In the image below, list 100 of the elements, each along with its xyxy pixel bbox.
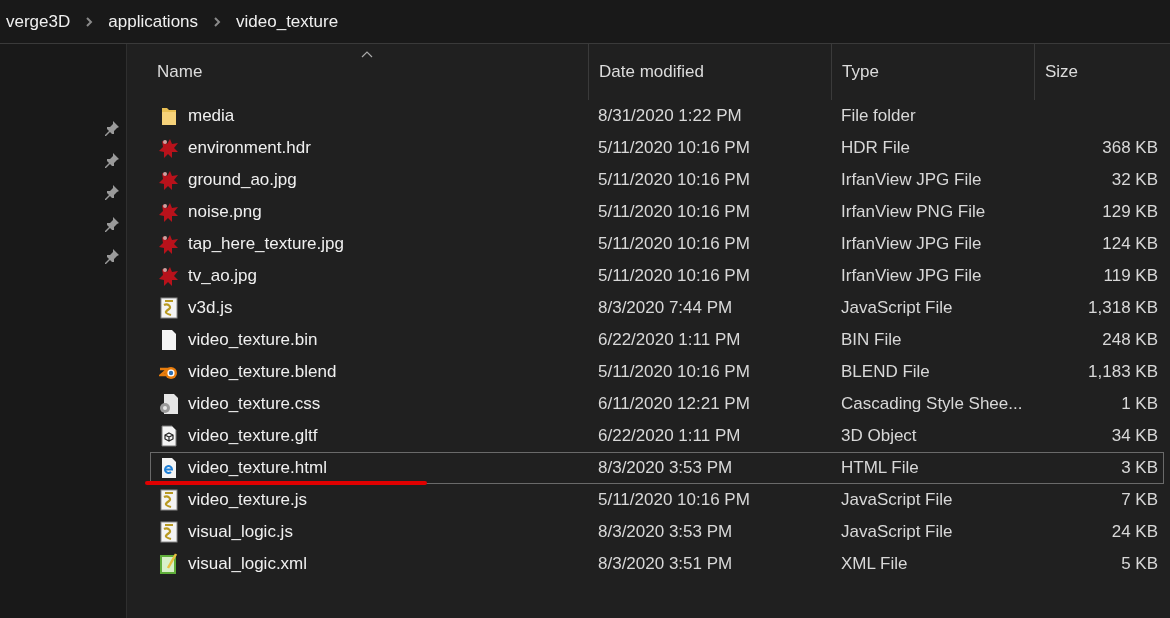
file-type: File folder bbox=[841, 106, 916, 126]
chevron-icon bbox=[213, 15, 222, 28]
file-type: 3D Object bbox=[841, 426, 917, 446]
folder-icon bbox=[159, 105, 179, 127]
file-date: 5/11/2020 10:16 PM bbox=[598, 170, 750, 190]
file-name: v3d.js bbox=[188, 297, 233, 320]
pin-icon[interactable] bbox=[104, 184, 120, 200]
pin-icon[interactable] bbox=[104, 120, 120, 136]
file-type: IrfanView JPG File bbox=[841, 266, 982, 286]
file-date: 8/3/2020 3:51 PM bbox=[598, 554, 733, 574]
script-icon bbox=[159, 489, 179, 511]
chevron-icon bbox=[85, 15, 94, 28]
file-name: video_texture.html bbox=[188, 457, 327, 480]
file-date: 8/3/2020 7:44 PM bbox=[598, 298, 733, 318]
file-size: 34 KB bbox=[1111, 426, 1158, 446]
gear-file-icon bbox=[159, 393, 179, 415]
file-row[interactable]: visual_logic.js 8/3/2020 3:53 PM JavaScript File 24 KB bbox=[150, 516, 1164, 548]
file-name: tv_ao.jpg bbox=[188, 265, 257, 288]
file-size: 24 KB bbox=[1111, 522, 1158, 542]
file-date: 8/3/2020 3:53 PM bbox=[598, 458, 733, 478]
column-header[interactable]: Date modified bbox=[588, 44, 831, 100]
file-type: JavaScript File bbox=[841, 522, 953, 542]
file-row[interactable]: media 8/31/2020 1:22 PM File folder bbox=[150, 100, 1164, 132]
splat-icon bbox=[159, 233, 179, 255]
file-type: IrfanView JPG File bbox=[841, 234, 982, 254]
breadcrumb-item[interactable]: verge3D bbox=[6, 8, 71, 35]
file-row[interactable]: ground_ao.jpg 5/11/2020 10:16 PM IrfanView JPG File 32 KB bbox=[150, 164, 1164, 196]
file-size: 3 KB bbox=[1121, 458, 1158, 478]
file-name: noise.png bbox=[188, 201, 262, 224]
script-icon bbox=[159, 521, 179, 543]
column-header[interactable]: Size bbox=[1034, 44, 1162, 100]
column-header[interactable]: Name bbox=[127, 44, 588, 100]
script-icon bbox=[159, 297, 179, 319]
file-name: tap_here_texture.jpg bbox=[188, 233, 344, 256]
file-row[interactable]: video_texture.gltf 6/22/2020 1:11 PM 3D Object 34 KB bbox=[150, 420, 1164, 452]
file-date: 6/11/2020 12:21 PM bbox=[598, 394, 750, 414]
file-name: ground_ao.jpg bbox=[188, 169, 297, 192]
file-name: video_texture.blend bbox=[188, 361, 337, 384]
blank-file-icon bbox=[159, 329, 179, 351]
file-date: 5/11/2020 10:16 PM bbox=[598, 234, 750, 254]
file-size: 32 KB bbox=[1111, 170, 1158, 190]
browser-file-icon bbox=[159, 457, 179, 479]
file-size: 248 KB bbox=[1102, 330, 1158, 350]
splat-icon bbox=[159, 201, 179, 223]
file-type: HDR File bbox=[841, 138, 910, 158]
file-size: 1,183 KB bbox=[1088, 362, 1158, 382]
pin-icon[interactable] bbox=[104, 216, 120, 232]
file-size: 5 KB bbox=[1121, 554, 1158, 574]
file-row[interactable]: v3d.js 8/3/2020 7:44 PM JavaScript File 1,318 KB bbox=[150, 292, 1164, 324]
column-header[interactable]: Type bbox=[831, 44, 1034, 100]
file-name: video_texture.gltf bbox=[188, 425, 318, 448]
file-type: Cascading Style Shee... bbox=[841, 394, 1023, 414]
file-type: XML File bbox=[841, 554, 908, 574]
pin-icon[interactable] bbox=[104, 152, 120, 168]
file-row[interactable]: video_texture.js 5/11/2020 10:16 PM JavaScript File 7 KB bbox=[150, 484, 1164, 516]
file-row[interactable]: noise.png 5/11/2020 10:16 PM IrfanView PNG File 129 KB bbox=[150, 196, 1164, 228]
splat-icon bbox=[159, 137, 179, 159]
file-type: IrfanView JPG File bbox=[841, 170, 982, 190]
file-size: 119 KB bbox=[1103, 266, 1158, 286]
file-type: IrfanView PNG File bbox=[841, 202, 986, 222]
file-date: 5/11/2020 10:16 PM bbox=[598, 490, 750, 510]
cube-file-icon bbox=[159, 425, 179, 447]
file-size: 1 KB bbox=[1121, 394, 1158, 414]
splat-icon bbox=[159, 265, 179, 287]
file-size: 368 KB bbox=[1102, 138, 1158, 158]
file-type: BLEND File bbox=[841, 362, 930, 382]
file-name: environment.hdr bbox=[188, 137, 311, 160]
file-row[interactable]: visual_logic.xml 8/3/2020 3:51 PM XML File 5 KB bbox=[150, 548, 1164, 580]
file-name: media bbox=[188, 105, 235, 128]
file-type: BIN File bbox=[841, 330, 902, 350]
breadcrumb-item[interactable]: video_texture bbox=[236, 8, 339, 35]
file-name: visual_logic.xml bbox=[188, 553, 308, 576]
file-date: 5/11/2020 10:16 PM bbox=[598, 266, 750, 286]
file-type: HTML File bbox=[841, 458, 919, 478]
file-name: video_texture.css bbox=[188, 393, 321, 416]
breadcrumb-item[interactable]: applications bbox=[108, 8, 199, 35]
file-date: 5/11/2020 10:16 PM bbox=[598, 362, 750, 382]
pin-icon[interactable] bbox=[104, 248, 120, 264]
file-size: 129 KB bbox=[1102, 202, 1158, 222]
file-row[interactable]: environment.hdr 5/11/2020 10:16 PM HDR File 368 KB bbox=[150, 132, 1164, 164]
file-type: JavaScript File bbox=[841, 298, 953, 318]
file-row[interactable]: tap_here_texture.jpg 5/11/2020 10:16 PM IrfanView JPG File 124 KB bbox=[150, 228, 1164, 260]
file-size: 1,318 KB bbox=[1088, 298, 1158, 318]
file-type: JavaScript File bbox=[841, 490, 953, 510]
file-name: video_texture.bin bbox=[188, 329, 318, 352]
splat-icon bbox=[159, 169, 179, 191]
file-row[interactable]: video_texture.blend 5/11/2020 10:16 PM BLEND File 1,183 KB bbox=[150, 356, 1164, 388]
spreadsheet-icon bbox=[159, 553, 179, 575]
file-size: 7 KB bbox=[1121, 490, 1158, 510]
file-date: 5/11/2020 10:16 PM bbox=[598, 202, 750, 222]
file-size: 124 KB bbox=[1102, 234, 1158, 254]
file-date: 6/22/2020 1:11 PM bbox=[598, 330, 741, 350]
file-name: video_texture.js bbox=[188, 489, 308, 512]
file-name: visual_logic.js bbox=[188, 521, 293, 544]
file-date: 6/22/2020 1:11 PM bbox=[598, 426, 741, 446]
file-date: 8/3/2020 3:53 PM bbox=[598, 522, 733, 542]
file-row[interactable]: video_texture.bin 6/22/2020 1:11 PM BIN File 248 KB bbox=[150, 324, 1164, 356]
file-row[interactable]: tv_ao.jpg 5/11/2020 10:16 PM IrfanView JPG File 119 KB bbox=[150, 260, 1164, 292]
file-date: 5/11/2020 10:16 PM bbox=[598, 138, 750, 158]
file-row[interactable]: video_texture.css 6/11/2020 12:21 PM Cascading Style Shee... 1 KB bbox=[150, 388, 1164, 420]
